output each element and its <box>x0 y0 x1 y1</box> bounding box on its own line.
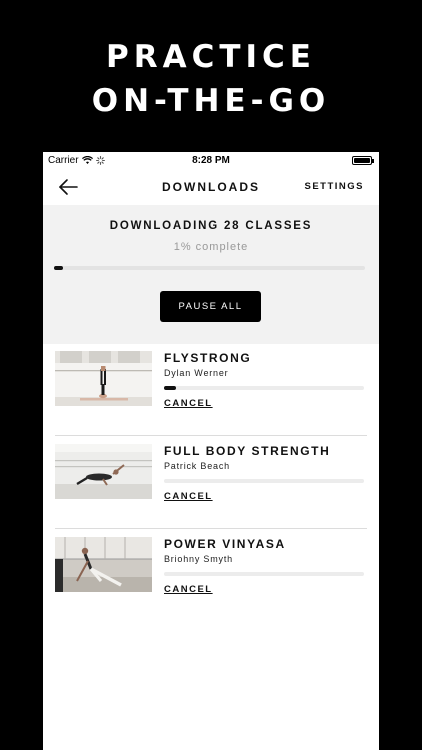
status-time: 8:28 PM <box>192 155 230 166</box>
class-row-full-body-strength[interactable]: FULL BODY STRENGTH Patrick Beach CANCEL <box>55 444 367 514</box>
class-progress-bar <box>164 386 364 390</box>
class-row-flystrong[interactable]: FLYSTRONG Dylan Werner CANCEL <box>55 351 367 421</box>
class-title: FLYSTRONG <box>164 351 252 365</box>
class-progress-fill <box>164 386 176 390</box>
download-status-panel: DOWNLOADING 28 CLASSES 1% complete PAUSE… <box>43 205 379 344</box>
class-instructor: Dylan Werner <box>164 368 229 378</box>
promo-title-line-1: PRACTICE <box>106 39 316 75</box>
nav-bar: DOWNLOADS SETTINGS <box>43 170 379 204</box>
phone-screen: Carrier 8:28 PM DOWNLOADS SETTINGS DOWNL… <box>43 152 379 750</box>
class-thumbnail <box>55 537 152 592</box>
class-title: FULL BODY STRENGTH <box>164 444 331 458</box>
promo-title-line-2: ON-THE-GO <box>91 83 331 119</box>
overall-progress-bar <box>54 266 365 270</box>
cancel-download-button[interactable]: CANCEL <box>164 491 213 502</box>
download-percent-text: 1% complete <box>173 241 249 253</box>
cancel-download-button[interactable]: CANCEL <box>164 584 213 595</box>
settings-button[interactable]: SETTINGS <box>304 181 364 192</box>
overall-progress-fill <box>54 266 64 270</box>
class-row-power-vinyasa[interactable]: POWER VINYASA Briohny Smyth CANCEL <box>55 537 367 607</box>
row-divider <box>55 435 367 436</box>
class-thumbnail <box>55 351 152 406</box>
download-heading: DOWNLOADING 28 CLASSES <box>109 220 313 232</box>
row-divider <box>55 528 367 529</box>
class-progress-bar <box>164 479 364 483</box>
class-instructor: Briohny Smyth <box>164 554 233 564</box>
cancel-download-button[interactable]: CANCEL <box>164 398 213 409</box>
class-thumbnail <box>55 444 152 499</box>
pause-all-button[interactable]: PAUSE ALL <box>160 291 261 322</box>
class-progress-bar <box>164 572 364 576</box>
battery-icon <box>352 156 374 165</box>
class-title: POWER VINYASA <box>164 537 286 551</box>
promo-header: PRACTICE ON-THE-GO <box>0 0 422 152</box>
status-bar: Carrier 8:28 PM <box>43 152 379 170</box>
class-instructor: Patrick Beach <box>164 461 230 471</box>
